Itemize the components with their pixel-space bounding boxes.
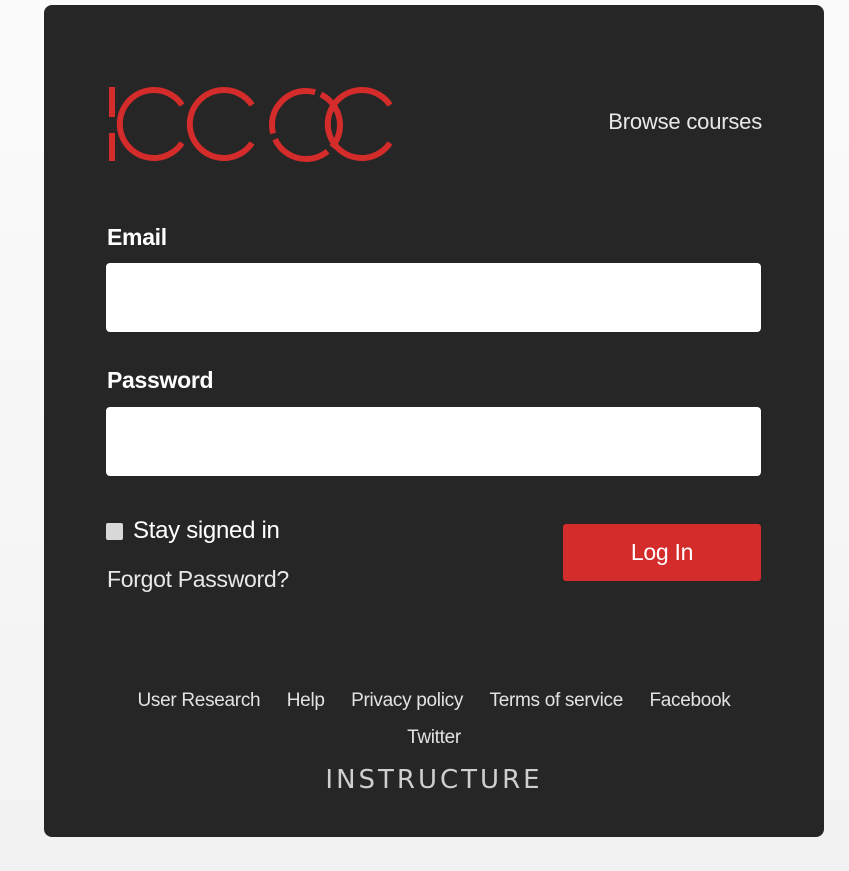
browse-courses-link[interactable]: Browse courses	[608, 109, 762, 135]
instructure-brand: INSTRUCTURE	[325, 765, 543, 795]
email-label: Email	[107, 224, 167, 250]
login-panel: Browse courses Email Password Stay signe…	[44, 5, 824, 837]
email-field[interactable]	[106, 263, 761, 332]
stay-signed-in-row[interactable]: Stay signed in	[106, 517, 280, 545]
footer-links: User Research Help Privacy policy Terms …	[44, 683, 824, 757]
login-button[interactable]: Log In	[563, 524, 761, 581]
footer-link-help[interactable]: Help	[287, 690, 325, 711]
footer-link-facebook[interactable]: Facebook	[649, 690, 730, 711]
stay-signed-in-label: Stay signed in	[133, 517, 280, 544]
forgot-password-link[interactable]: Forgot Password?	[107, 566, 289, 593]
footer-link-privacy-policy[interactable]: Privacy policy	[351, 690, 463, 711]
iccoc-logo	[109, 87, 393, 163]
stay-signed-in-checkbox[interactable]	[106, 522, 123, 540]
password-field[interactable]	[106, 407, 761, 476]
footer-link-twitter[interactable]: Twitter	[407, 727, 461, 748]
footer-link-terms-of-service[interactable]: Terms of service	[490, 690, 624, 711]
footer-link-user-research[interactable]: User Research	[137, 690, 260, 711]
password-label: Password	[107, 367, 214, 393]
